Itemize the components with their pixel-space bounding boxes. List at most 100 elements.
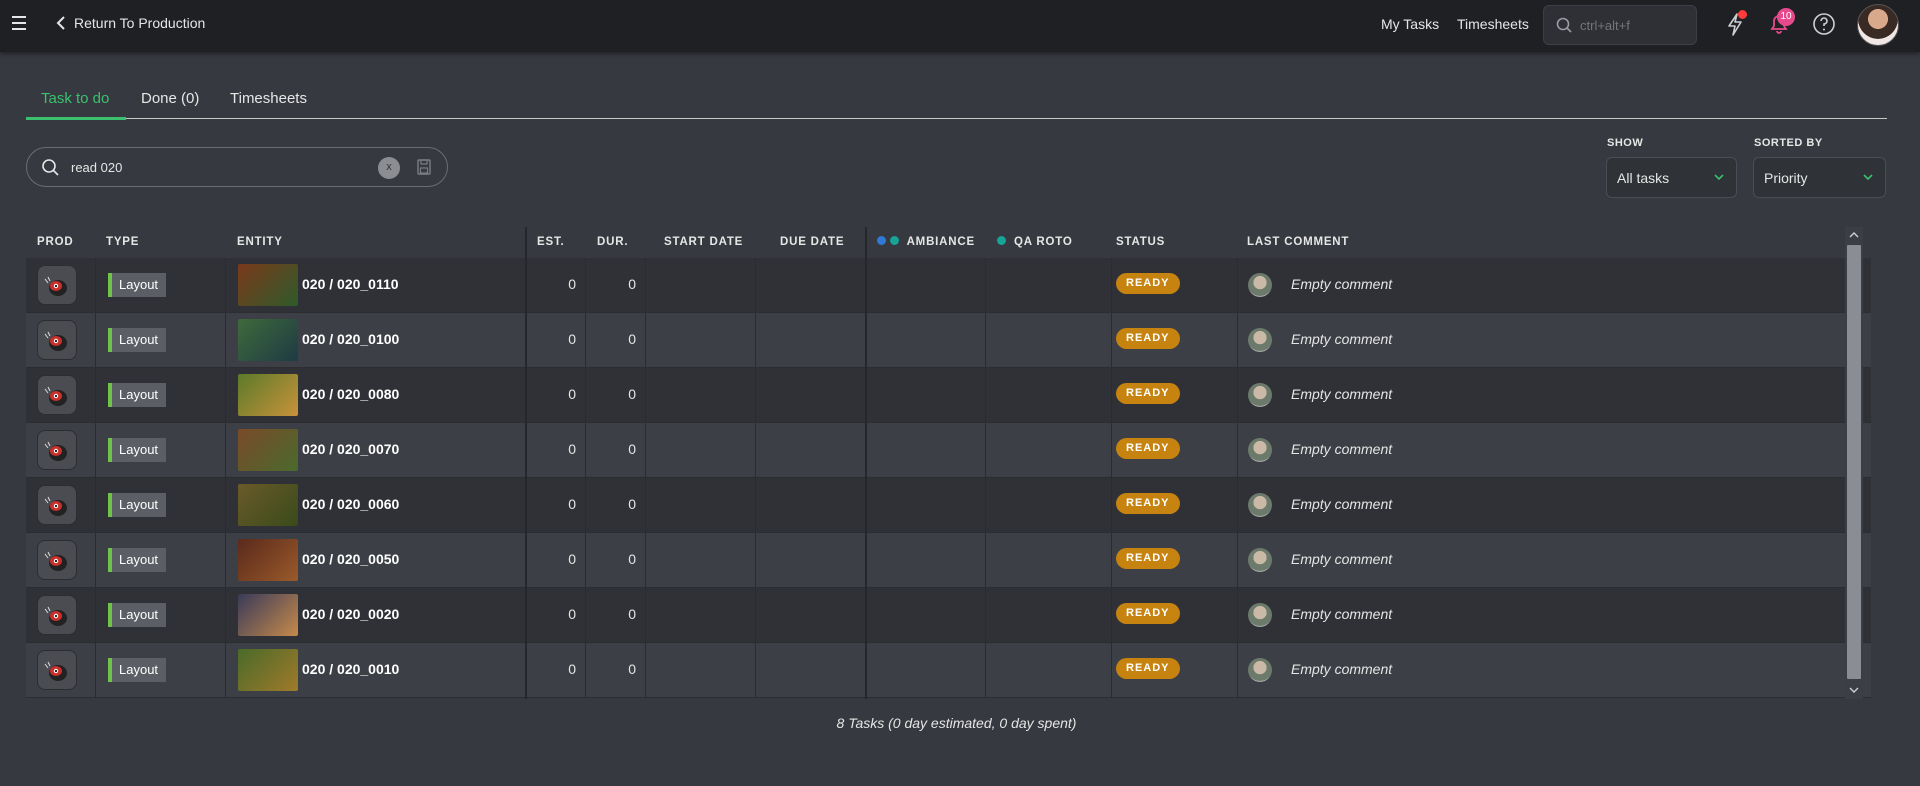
entity-thumbnail[interactable] — [238, 539, 298, 581]
col-prod[interactable]: PROD — [37, 236, 73, 248]
entity-thumbnail[interactable] — [238, 594, 298, 636]
scroll-down-icon[interactable] — [1849, 685, 1859, 695]
global-search-input[interactable] — [1580, 17, 1690, 33]
tab-timesheets[interactable]: Timesheets — [230, 90, 307, 107]
due-date-cell[interactable] — [756, 313, 866, 368]
entity-thumbnail[interactable] — [238, 484, 298, 526]
scroll-thumb[interactable] — [1847, 245, 1861, 679]
menu-icon[interactable] — [12, 16, 26, 32]
entity-name[interactable]: 020 / 020_0100 — [302, 331, 399, 347]
task-type-tag[interactable]: Layout — [108, 383, 167, 407]
ambiance-cell[interactable] — [866, 588, 986, 643]
start-date-cell[interactable] — [646, 423, 756, 478]
entity-name[interactable]: 020 / 020_0020 — [302, 606, 399, 622]
timesheets-link[interactable]: Timesheets — [1457, 16, 1529, 32]
production-avatar[interactable] — [37, 540, 77, 580]
task-type-tag[interactable]: Layout — [108, 658, 167, 682]
ambiance-cell[interactable] — [866, 533, 986, 588]
qa-roto-cell[interactable] — [986, 423, 1112, 478]
sorted-by-select[interactable]: Priority — [1753, 157, 1886, 198]
start-date-cell[interactable] — [646, 643, 756, 698]
ambiance-cell[interactable] — [866, 478, 986, 533]
due-date-cell[interactable] — [756, 533, 866, 588]
scroll-up-icon[interactable] — [1849, 230, 1859, 240]
qa-roto-cell[interactable] — [986, 478, 1112, 533]
task-type-tag[interactable]: Layout — [108, 438, 167, 462]
due-date-cell[interactable] — [756, 368, 866, 423]
task-search-value[interactable]: read 020 — [71, 160, 122, 175]
task-type-tag[interactable]: Layout — [108, 548, 167, 572]
entity-name[interactable]: 020 / 020_0010 — [302, 661, 399, 677]
entity-thumbnail[interactable] — [238, 319, 298, 361]
entity-thumbnail[interactable] — [238, 649, 298, 691]
start-date-cell[interactable] — [646, 478, 756, 533]
qa-roto-cell[interactable] — [986, 588, 1112, 643]
col-status[interactable]: STATUS — [1116, 236, 1165, 248]
ambiance-cell[interactable] — [866, 368, 986, 423]
qa-roto-cell[interactable] — [986, 313, 1112, 368]
table-row[interactable]: Layout 020 / 020_0060 0 0 READY Empty co… — [26, 478, 1871, 533]
save-search-icon[interactable] — [417, 159, 431, 175]
production-avatar[interactable] — [37, 265, 77, 305]
task-type-tag[interactable]: Layout — [108, 493, 167, 517]
start-date-cell[interactable] — [646, 533, 756, 588]
table-row[interactable]: Layout 020 / 020_0010 0 0 READY Empty co… — [26, 643, 1871, 698]
qa-roto-cell[interactable] — [986, 643, 1112, 698]
col-est[interactable]: EST. — [537, 236, 565, 248]
entity-name[interactable]: 020 / 020_0070 — [302, 441, 399, 457]
status-badge[interactable]: READY — [1116, 603, 1180, 624]
qa-roto-cell[interactable] — [986, 368, 1112, 423]
table-row[interactable]: Layout 020 / 020_0050 0 0 READY Empty co… — [26, 533, 1871, 588]
ambiance-cell[interactable] — [866, 258, 986, 313]
entity-thumbnail[interactable] — [238, 264, 298, 306]
table-scrollbar[interactable] — [1845, 227, 1863, 699]
qa-roto-cell[interactable] — [986, 533, 1112, 588]
clear-search-button[interactable]: x — [378, 157, 400, 179]
status-badge[interactable]: READY — [1116, 438, 1180, 459]
entity-thumbnail[interactable] — [238, 429, 298, 471]
entity-name[interactable]: 020 / 020_0110 — [302, 276, 399, 292]
col-dur[interactable]: DUR. — [597, 236, 628, 248]
task-search[interactable]: read 020 x — [26, 147, 448, 187]
task-type-tag[interactable]: Layout — [108, 273, 167, 297]
due-date-cell[interactable] — [756, 643, 866, 698]
col-start-date[interactable]: START DATE — [664, 236, 743, 248]
start-date-cell[interactable] — [646, 313, 756, 368]
table-row[interactable]: Layout 020 / 020_0100 0 0 READY Empty co… — [26, 313, 1871, 368]
my-tasks-link[interactable]: My Tasks — [1381, 16, 1439, 32]
status-badge[interactable]: READY — [1116, 658, 1180, 679]
due-date-cell[interactable] — [756, 423, 866, 478]
production-avatar[interactable] — [37, 485, 77, 525]
status-badge[interactable]: READY — [1116, 548, 1180, 569]
production-avatar[interactable] — [37, 430, 77, 470]
status-badge[interactable]: READY — [1116, 273, 1180, 294]
task-type-tag[interactable]: Layout — [108, 603, 167, 627]
table-row[interactable]: Layout 020 / 020_0080 0 0 READY Empty co… — [26, 368, 1871, 423]
qa-roto-cell[interactable] — [986, 258, 1112, 313]
production-avatar[interactable] — [37, 595, 77, 635]
table-row[interactable]: Layout 020 / 020_0070 0 0 READY Empty co… — [26, 423, 1871, 478]
col-ambiance[interactable]: AMBIANCE — [877, 236, 975, 248]
tab-task-to-do[interactable]: Task to do — [41, 90, 109, 107]
show-select[interactable]: All tasks — [1606, 157, 1737, 198]
status-badge[interactable]: READY — [1116, 383, 1180, 404]
due-date-cell[interactable] — [756, 258, 866, 313]
col-last-comment[interactable]: LAST COMMENT — [1247, 236, 1349, 248]
production-avatar[interactable] — [37, 375, 77, 415]
status-badge[interactable]: READY — [1116, 328, 1180, 349]
global-search[interactable] — [1543, 5, 1697, 45]
production-avatar[interactable] — [37, 650, 77, 690]
ambiance-cell[interactable] — [866, 313, 986, 368]
start-date-cell[interactable] — [646, 368, 756, 423]
entity-thumbnail[interactable] — [238, 374, 298, 416]
col-type[interactable]: TYPE — [106, 236, 139, 248]
col-due-date[interactable]: DUE DATE — [780, 236, 844, 248]
col-qa-roto[interactable]: QA ROTO — [997, 236, 1073, 248]
table-row[interactable]: Layout 020 / 020_0020 0 0 READY Empty co… — [26, 588, 1871, 643]
task-type-tag[interactable]: Layout — [108, 328, 167, 352]
entity-name[interactable]: 020 / 020_0080 — [302, 386, 399, 402]
due-date-cell[interactable] — [756, 478, 866, 533]
start-date-cell[interactable] — [646, 258, 756, 313]
return-to-production-link[interactable]: Return To Production — [56, 15, 205, 31]
status-badge[interactable]: READY — [1116, 493, 1180, 514]
